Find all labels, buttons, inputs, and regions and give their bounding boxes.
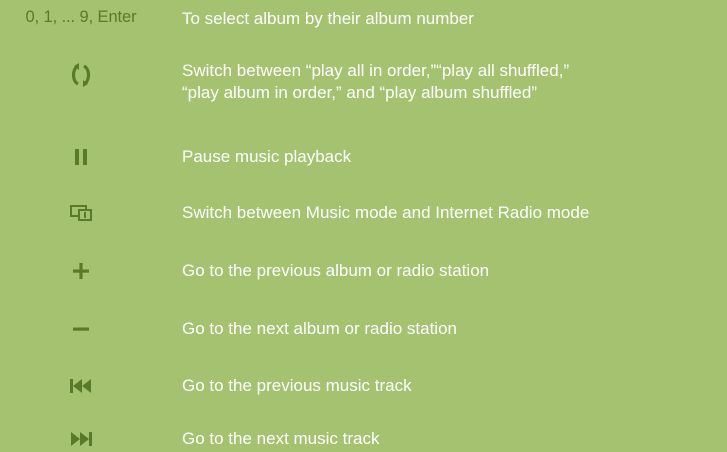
control-description: Go to the next album or radio station [182, 319, 457, 338]
control-row-previous-album: Go to the previous album or radio statio… [0, 252, 727, 288]
control-description: Switch between Music mode and Internet R… [182, 203, 590, 222]
previous-track-icon [0, 373, 162, 399]
control-row-play-mode: Switch between “play all in order,”“play… [0, 52, 727, 108]
control-description: Go to the next music track [182, 429, 380, 448]
control-row-album-number: 0, 1, ... 9, Enter To select album by th… [0, 0, 727, 36]
control-row-pause: Pause music playback [0, 138, 727, 174]
plus-icon [0, 258, 162, 284]
control-description-line2: “play album in order,” and “play album s… [182, 83, 537, 102]
control-description: Pause music playback [182, 147, 352, 166]
control-row-next-album: Go to the next album or radio station [0, 310, 727, 346]
control-description: Switch between “play all in order,”“play… [182, 61, 570, 80]
minus-icon [0, 316, 162, 342]
control-row-previous-track: Go to the previous music track [0, 367, 727, 403]
repeat-shuffle-icon [0, 60, 162, 90]
control-row-next-track: Go to the next music track [0, 420, 727, 449]
control-description: Go to the previous album or radio statio… [182, 261, 490, 280]
control-description: Go to the previous music track [182, 376, 412, 395]
mode-switch-icon [0, 200, 162, 226]
control-row-mode-switch: Switch between Music mode and Internet R… [0, 194, 727, 230]
number-keys-label: 0, 1, ... 9, Enter [25, 8, 137, 26]
control-description: To select album by their album number [182, 9, 474, 28]
pause-icon [0, 144, 162, 170]
next-track-icon [0, 426, 162, 452]
